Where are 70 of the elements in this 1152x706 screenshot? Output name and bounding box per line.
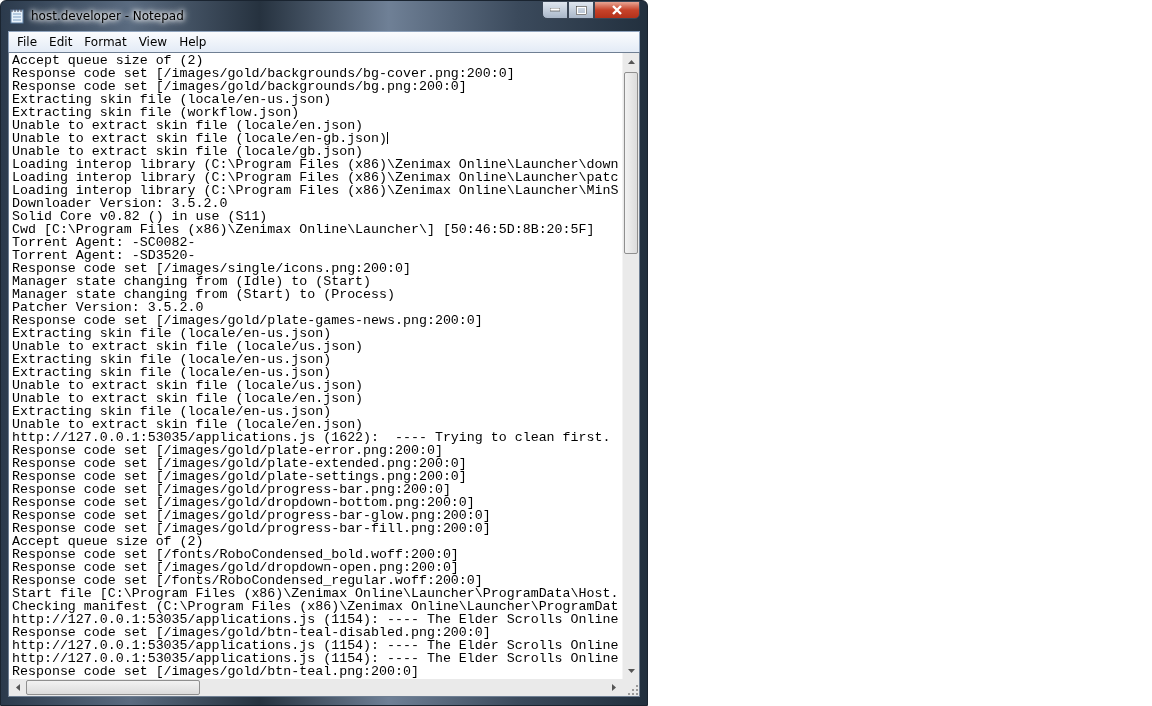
log-line: Extracting skin file (locale/en-us.json) bbox=[12, 326, 332, 341]
minimize-icon bbox=[550, 8, 560, 12]
log-line: Extracting skin file (locale/en-us.json) bbox=[12, 92, 332, 107]
log-line: Loading interop library (C:\Program Files (x86)\Zenimax Online\Launcher\patc bbox=[12, 170, 619, 185]
log-line: Response code set [/images/single/icons.png:200:0] bbox=[12, 261, 411, 276]
log-line: Response code set [/images/gold/backgrounds/bg.png:200:0] bbox=[12, 79, 467, 94]
log-line: Cwd [C:\Program Files (x86)\Zenimax Online\Launcher\] [50:46:5D:8B:20:5F] bbox=[12, 222, 595, 237]
log-line: Manager state changing from (Idle) to (Start) bbox=[12, 274, 372, 289]
menu-item[interactable]: Format bbox=[78, 33, 133, 51]
log-line: Accept queue size of (2) bbox=[12, 53, 204, 68]
log-line: Response code set [/images/gold/plate-error.png:200:0] bbox=[12, 443, 443, 458]
log-line: Extracting skin file (locale/en-us.json) bbox=[12, 404, 332, 419]
scroll-left-icon[interactable] bbox=[15, 684, 20, 691]
resize-grip-icon[interactable] bbox=[628, 685, 639, 696]
log-line: Extracting skin file (locale/en-us.json) bbox=[12, 365, 332, 380]
log-line: Manager state changing from (Start) to (Process) bbox=[12, 287, 395, 302]
log-line: Unable to extract skin file (locale/us.json) bbox=[12, 378, 364, 393]
log-line: Downloader Version: 3.5.2.0 bbox=[12, 196, 228, 211]
log-line: http://127.0.0.1:53035/applications.js (1154): ---- The Elder Scrolls Online bbox=[12, 612, 619, 627]
window-title: host.developer - Notepad bbox=[31, 9, 184, 23]
log-line: Unable to extract skin file (locale/gb.json) bbox=[12, 144, 364, 159]
log-line: Start file [C:\Program Files (x86)\Zenimax Online\Launcher\ProgramData\Host. bbox=[12, 586, 619, 601]
log-line: Torrent Agent: -SC0082- bbox=[12, 235, 196, 250]
log-line: Response code set [/images/gold/progress-bar-glow.png:200:0] bbox=[12, 508, 491, 523]
log-line: Torrent Agent: -SD3520- bbox=[12, 248, 196, 263]
log-line: Response code set [/images/gold/backgrounds/bg-cover.png:200:0] bbox=[12, 66, 515, 81]
log-line: Extracting skin file (locale/en-us.json) bbox=[12, 352, 332, 367]
log-line: Response code set [/images/gold/plate-extended.png:200:0] bbox=[12, 456, 467, 471]
scroll-thumb[interactable] bbox=[26, 680, 200, 695]
log-line: Loading interop library (C:\Program Files (x86)\Zenimax Online\Launcher\MinS bbox=[12, 183, 619, 198]
vertical-scrollbar[interactable] bbox=[622, 53, 639, 679]
close-button[interactable] bbox=[594, 1, 640, 19]
scroll-thumb[interactable] bbox=[624, 72, 638, 254]
log-line: Response code set [/images/gold/btn-teal.png:200:0] bbox=[12, 664, 419, 679]
log-line: Response code set [/images/gold/plate-settings.png:200:0] bbox=[12, 469, 467, 484]
log-line: Accept queue size of (2) bbox=[12, 534, 204, 549]
log-line: Unable to extract skin file (locale/en-gb.json) bbox=[12, 131, 388, 146]
log-line: Solid Core v0.82 () in use (S11) bbox=[12, 209, 268, 224]
log-line: Loading interop library (C:\Program Files (x86)\Zenimax Online\Launcher\down bbox=[12, 157, 619, 172]
scroll-up-icon[interactable] bbox=[628, 59, 635, 64]
maximize-button[interactable] bbox=[568, 1, 594, 19]
log-line: Response code set [/fonts/RoboCondensed_bold.woff:200:0] bbox=[12, 547, 459, 562]
log-line: Response code set [/images/gold/dropdown-open.png:200:0] bbox=[12, 560, 459, 575]
close-icon bbox=[611, 5, 623, 15]
horizontal-scrollbar[interactable] bbox=[9, 679, 622, 696]
log-line: http://127.0.0.1:53035/applications.js (1154): ---- The Elder Scrolls Online bbox=[12, 651, 619, 666]
log-line: Checking manifest (C:\Program Files (x86)\Zenimax Online\Launcher\ProgramDat bbox=[12, 599, 619, 614]
log-line: Response code set [/images/gold/progress-bar.png:200:0] bbox=[12, 482, 451, 497]
log-line: Unable to extract skin file (locale/en.json) bbox=[12, 417, 364, 432]
scroll-down-icon[interactable] bbox=[628, 668, 635, 673]
menu-item[interactable]: View bbox=[132, 33, 174, 51]
log-line: Patcher Version: 3.5.2.0 bbox=[12, 300, 204, 315]
scroll-right-icon[interactable] bbox=[611, 684, 616, 691]
menu-item[interactable]: Help bbox=[173, 33, 213, 51]
log-line: http://127.0.0.1:53035/applications.js (1154): ---- The Elder Scrolls Online bbox=[12, 638, 619, 653]
log-line: Extracting skin file (workflow.json) bbox=[12, 105, 300, 120]
log-line: Response code set [/images/gold/progress-bar-fill.png:200:0] bbox=[12, 521, 491, 536]
notepad-icon bbox=[9, 8, 25, 24]
log-line: Unable to extract skin file (locale/en.json) bbox=[12, 118, 364, 133]
log-line: http://127.0.0.1:53035/applications.js (1622): ---- Trying to clean first. bbox=[12, 430, 611, 445]
maximize-icon bbox=[575, 5, 587, 15]
menu-item[interactable]: File bbox=[11, 33, 44, 51]
log-line: Response code set [/images/gold/btn-teal-disabled.png:200:0] bbox=[12, 625, 491, 640]
log-line: Response code set [/fonts/RoboCondensed_regular.woff:200:0] bbox=[12, 573, 483, 588]
log-line: Response code set [/images/gold/dropdown-bottom.png:200:0] bbox=[12, 495, 475, 510]
menu-item[interactable]: Edit bbox=[43, 33, 79, 51]
log-line: Response code set [/images/gold/plate-games-news.png:200:0] bbox=[12, 313, 483, 328]
log-line: Unable to extract skin file (locale/us.json) bbox=[12, 339, 364, 354]
minimize-button[interactable] bbox=[542, 1, 568, 19]
log-line: Unable to extract skin file (locale/en.json) bbox=[12, 391, 364, 406]
